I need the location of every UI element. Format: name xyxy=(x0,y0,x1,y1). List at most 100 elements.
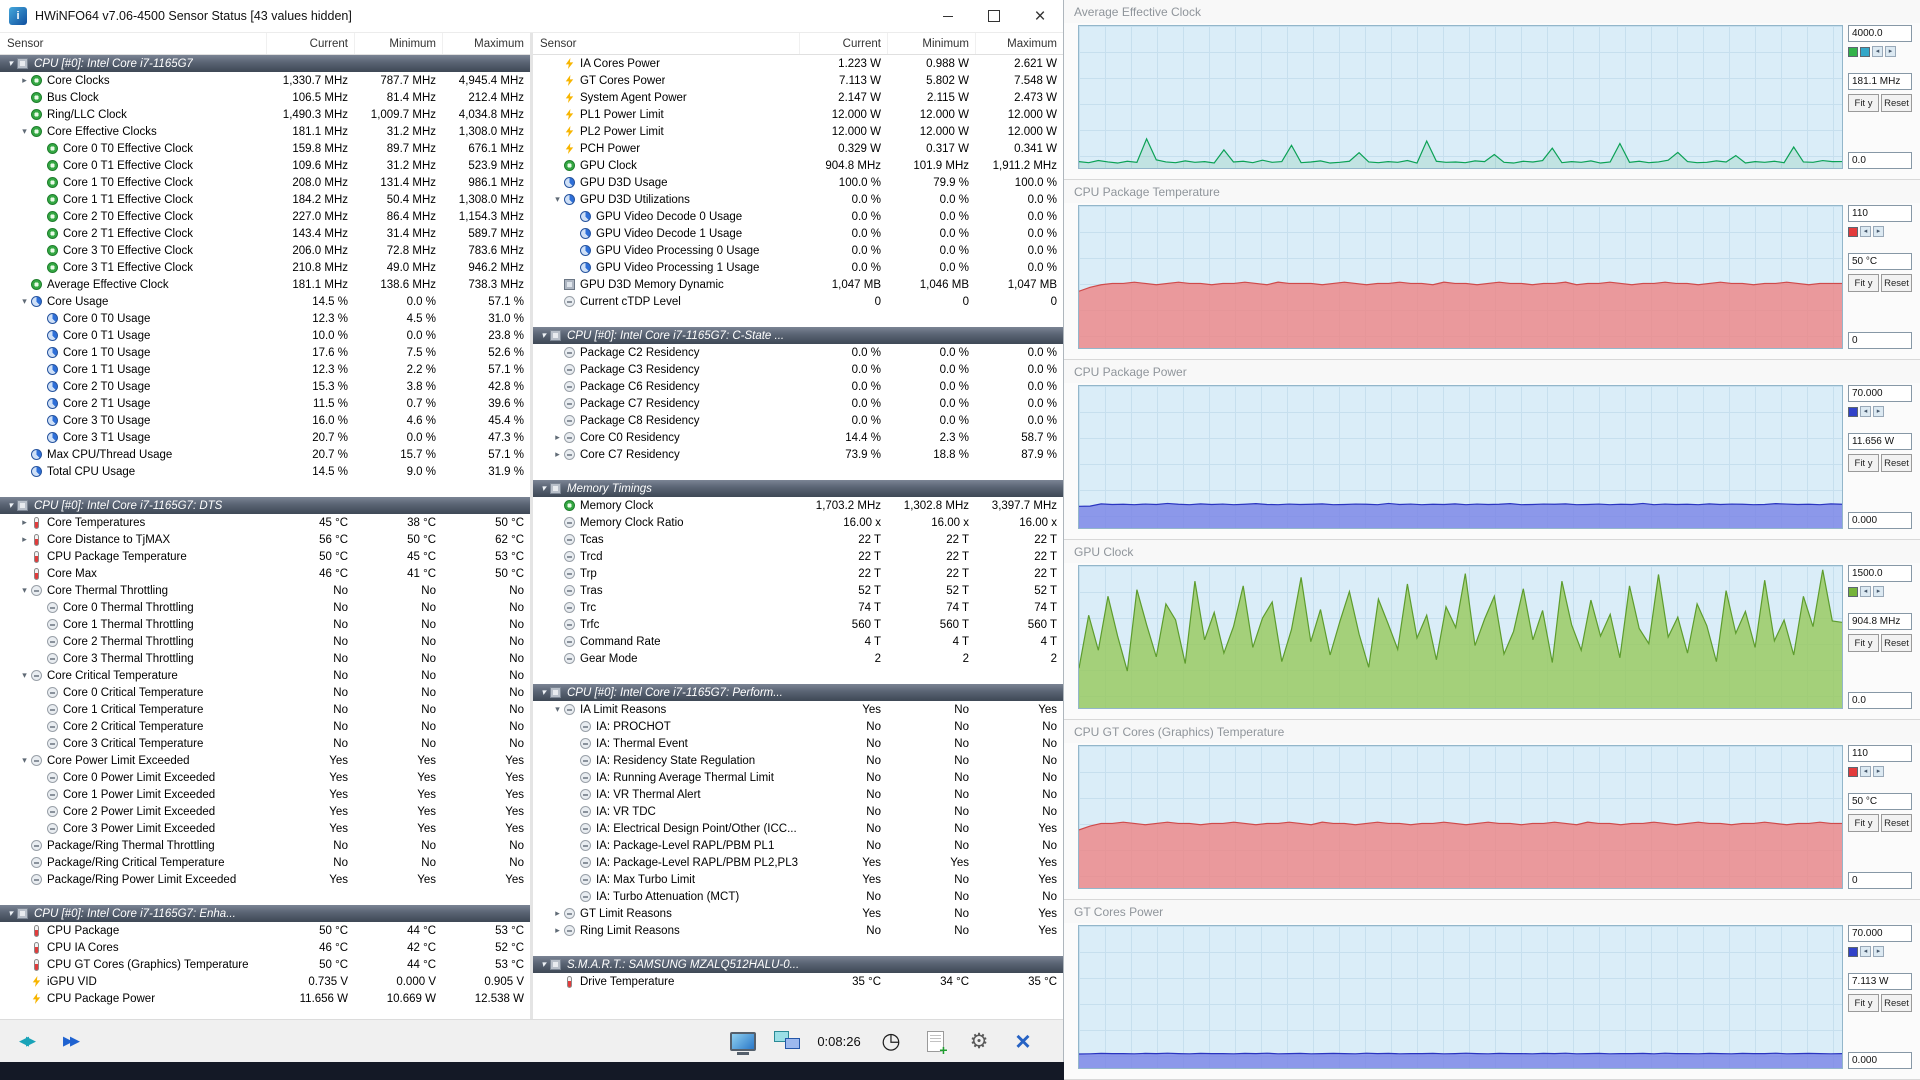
sensor-row[interactable]: IA: Residency State RegulationNoNoNo xyxy=(533,752,1063,769)
sensor-row[interactable]: IA: Turbo Attenuation (MCT)NoNoNo xyxy=(533,888,1063,905)
reset-button[interactable]: Reset xyxy=(1881,814,1912,832)
section-header-row[interactable]: ▾CPU [#0]: Intel Core i7-1165G7: C-State… xyxy=(533,327,1063,344)
sensor-row[interactable]: System Agent Power2.147 W2.115 W2.473 W xyxy=(533,89,1063,106)
column-minimum[interactable]: Minimum xyxy=(354,33,442,54)
sensor-row[interactable]: Core 3 T0 Effective Clock206.0 MHz72.8 M… xyxy=(0,242,530,259)
series-color-chip[interactable] xyxy=(1848,227,1858,237)
sensor-row[interactable]: ▸Core Distance to TjMAX56 °C50 °C62 °C xyxy=(0,531,530,548)
collapse-arrow-icon[interactable]: ▾ xyxy=(4,58,17,69)
sensor-row[interactable]: CPU Package Power11.656 W10.669 W12.538 … xyxy=(0,990,530,1007)
scroll-left-icon[interactable]: ◂ xyxy=(1860,586,1871,597)
collapse-arrow-icon[interactable]: ▾ xyxy=(537,330,550,341)
sensor-row[interactable]: Current cTDP Level000 xyxy=(533,293,1063,310)
sensor-row[interactable]: CPU Package Temperature50 °C45 °C53 °C xyxy=(0,548,530,565)
series-color-chip[interactable] xyxy=(1860,47,1870,57)
y-min-input[interactable]: 0 xyxy=(1848,872,1912,889)
sensor-row[interactable]: GPU D3D Usage100.0 %79.9 %100.0 % xyxy=(533,174,1063,191)
collapse-arrow-icon[interactable]: ▾ xyxy=(4,500,17,511)
sensor-row[interactable]: ▸Core C7 Residency73.9 %18.8 %87.9 % xyxy=(533,446,1063,463)
y-max-input[interactable]: 110 xyxy=(1848,205,1912,222)
sensor-row[interactable]: IA: Package-Level RAPL/PBM PL2,PL3YesYes… xyxy=(533,854,1063,871)
sensor-row[interactable]: PL1 Power Limit12.000 W12.000 W12.000 W xyxy=(533,106,1063,123)
sensor-row[interactable]: Core 1 T0 Effective Clock208.0 MHz131.4 … xyxy=(0,174,530,191)
sensor-row[interactable]: Core 2 T1 Effective Clock143.4 MHz31.4 M… xyxy=(0,225,530,242)
sensor-row[interactable]: GPU Video Processing 1 Usage0.0 %0.0 %0.… xyxy=(533,259,1063,276)
sensor-row[interactable]: IA: Package-Level RAPL/PBM PL1NoNoNo xyxy=(533,837,1063,854)
sensor-row[interactable]: Package C6 Residency0.0 %0.0 %0.0 % xyxy=(533,378,1063,395)
sensor-row[interactable]: ▾Core Critical TemperatureNoNoNo xyxy=(0,667,530,684)
collapse-arrow-icon[interactable]: ▾ xyxy=(18,670,31,681)
sensor-row[interactable]: ▸Core Clocks1,330.7 MHz787.7 MHz4,945.4 … xyxy=(0,72,530,89)
y-min-input[interactable]: 0.000 xyxy=(1848,512,1912,529)
sensor-row[interactable]: GPU Video Decode 0 Usage0.0 %0.0 %0.0 % xyxy=(533,208,1063,225)
reset-button[interactable]: Reset xyxy=(1881,274,1912,292)
minimize-button[interactable] xyxy=(925,0,971,32)
sensor-row[interactable]: Core Max46 °C41 °C50 °C xyxy=(0,565,530,582)
sensor-row[interactable]: Core 0 T0 Usage12.3 %4.5 %31.0 % xyxy=(0,310,530,327)
sensor-row[interactable]: Package/Ring Thermal ThrottlingNoNoNo xyxy=(0,837,530,854)
y-min-input[interactable]: 0.000 xyxy=(1848,1052,1912,1069)
reset-button[interactable]: Reset xyxy=(1881,94,1912,112)
sensor-row[interactable]: Core 2 Power Limit ExceededYesYesYes xyxy=(0,803,530,820)
sensor-row[interactable]: IA: Max Turbo LimitYesNoYes xyxy=(533,871,1063,888)
expand-arrow-icon[interactable]: ▸ xyxy=(551,432,564,443)
sensor-row[interactable]: Core 3 T1 Usage20.7 %0.0 %47.3 % xyxy=(0,429,530,446)
scroll-right-icon[interactable]: ▸ xyxy=(1873,406,1884,417)
sensor-row[interactable]: Memory Clock1,703.2 MHz1,302.8 MHz3,397.… xyxy=(533,497,1063,514)
section-header-row[interactable]: ▾CPU [#0]: Intel Core i7-1165G7: Perform… xyxy=(533,684,1063,701)
sensor-row[interactable]: IA: VR TDCNoNoNo xyxy=(533,803,1063,820)
sensor-row[interactable]: Core 2 T1 Usage11.5 %0.7 %39.6 % xyxy=(0,395,530,412)
expand-arrow-icon[interactable]: ▸ xyxy=(551,908,564,919)
sensor-row[interactable]: ▾Core Effective Clocks181.1 MHz31.2 MHz1… xyxy=(0,123,530,140)
column-minimum[interactable]: Minimum xyxy=(887,33,975,54)
expand-arrow-icon[interactable]: ▸ xyxy=(18,534,31,545)
sensor-row[interactable]: CPU GT Cores (Graphics) Temperature50 °C… xyxy=(0,956,530,973)
collapse-arrow-icon[interactable]: ▾ xyxy=(4,908,17,919)
section-header-row[interactable]: ▾CPU [#0]: Intel Core i7-1165G7: DTS xyxy=(0,497,530,514)
series-color-chip[interactable] xyxy=(1848,767,1858,777)
sensor-row[interactable]: Package/Ring Power Limit ExceededYesYesY… xyxy=(0,871,530,888)
scroll-right-icon[interactable]: ▸ xyxy=(1885,46,1896,57)
sensor-row[interactable]: Core 3 Thermal ThrottlingNoNoNo xyxy=(0,650,530,667)
collapse-arrow-icon[interactable]: ▾ xyxy=(551,194,564,205)
settings-button[interactable]: ⚙ xyxy=(961,1025,997,1057)
column-sensor[interactable]: Sensor xyxy=(533,38,799,50)
expand-arrow-icon[interactable]: ▸ xyxy=(18,75,31,86)
system-summary-button[interactable] xyxy=(725,1025,761,1057)
sensor-row[interactable]: ▾GPU D3D Utilizations0.0 %0.0 %0.0 % xyxy=(533,191,1063,208)
collapse-arrow-icon[interactable]: ▾ xyxy=(551,704,564,715)
column-header-right[interactable]: Sensor Current Minimum Maximum xyxy=(533,33,1063,55)
titlebar[interactable]: i HWiNFO64 v7.06-4500 Sensor Status [43 … xyxy=(0,0,1063,33)
scroll-right-icon[interactable]: ▸ xyxy=(1873,586,1884,597)
column-current[interactable]: Current xyxy=(799,33,887,54)
sensor-row[interactable]: Ring/LLC Clock1,490.3 MHz1,009.7 MHz4,03… xyxy=(0,106,530,123)
fit-y-button[interactable]: Fit y xyxy=(1848,814,1879,832)
series-color-chip[interactable] xyxy=(1848,47,1858,57)
sensor-row[interactable]: Core 3 T0 Usage16.0 %4.6 %45.4 % xyxy=(0,412,530,429)
series-color-chip[interactable] xyxy=(1848,407,1858,417)
sensor-row[interactable]: Core 2 Critical TemperatureNoNoNo xyxy=(0,718,530,735)
scroll-left-icon[interactable]: ◂ xyxy=(1860,766,1871,777)
reset-button[interactable]: Reset xyxy=(1881,994,1912,1012)
series-color-chip[interactable] xyxy=(1848,587,1858,597)
column-maximum[interactable]: Maximum xyxy=(975,33,1063,54)
sensor-row[interactable]: Trp22 T22 T22 T xyxy=(533,565,1063,582)
sensor-row[interactable]: iGPU VID0.735 V0.000 V0.905 V xyxy=(0,973,530,990)
sensor-row[interactable]: Memory Clock Ratio16.00 x16.00 x16.00 x xyxy=(533,514,1063,531)
y-max-input[interactable]: 110 xyxy=(1848,745,1912,762)
section-header-row[interactable]: ▾S.M.A.R.T.: SAMSUNG MZALQ512HALU-0... xyxy=(533,956,1063,973)
y-max-input[interactable]: 4000.0 xyxy=(1848,25,1912,42)
sensor-row[interactable]: ▸Core C0 Residency14.4 %2.3 %58.7 % xyxy=(533,429,1063,446)
sensor-row[interactable]: Trfc560 T560 T560 T xyxy=(533,616,1063,633)
sensor-row[interactable]: GPU Clock904.8 MHz101.9 MHz1,911.2 MHz xyxy=(533,157,1063,174)
sensor-row[interactable]: Core 3 Power Limit ExceededYesYesYes xyxy=(0,820,530,837)
sensor-row[interactable]: GPU D3D Memory Dynamic1,047 MB1,046 MB1,… xyxy=(533,276,1063,293)
sensor-row[interactable]: IA: Electrical Design Point/Other (ICC..… xyxy=(533,820,1063,837)
sensor-row[interactable]: ▸Ring Limit ReasonsNoNoYes xyxy=(533,922,1063,939)
collapse-arrow-icon[interactable]: ▾ xyxy=(18,755,31,766)
sensor-row[interactable]: ▸Core Temperatures45 °C38 °C50 °C xyxy=(0,514,530,531)
sensor-row[interactable]: PCH Power0.329 W0.317 W0.341 W xyxy=(533,140,1063,157)
clock-button[interactable]: ◷ xyxy=(873,1025,909,1057)
sensor-row[interactable]: Bus Clock106.5 MHz81.4 MHz212.4 MHz xyxy=(0,89,530,106)
scroll-left-icon[interactable]: ◂ xyxy=(1872,46,1883,57)
